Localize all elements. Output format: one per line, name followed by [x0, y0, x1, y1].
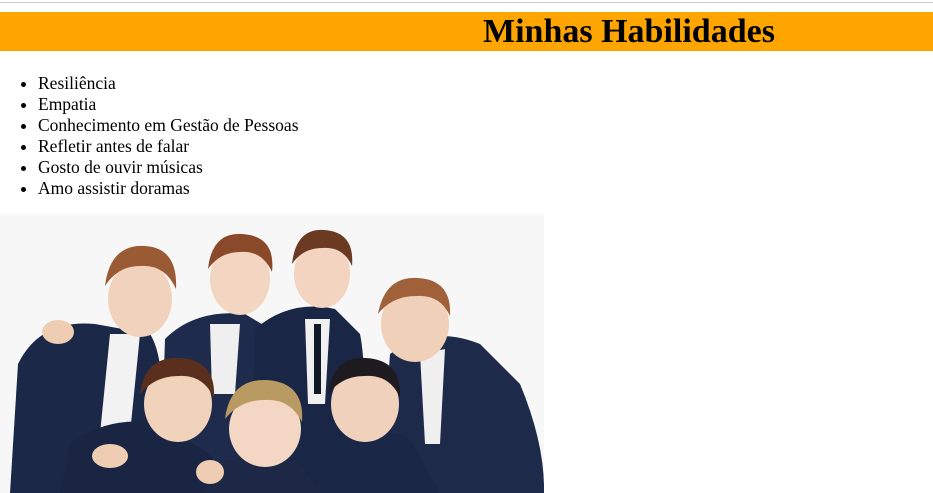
skill-item: Empatia [38, 94, 299, 115]
skill-item: Resiliência [38, 73, 299, 94]
page-title: Minhas Habilidades [483, 13, 775, 50]
skill-item: Refletir antes de falar [38, 136, 299, 157]
skill-item: Gosto de ouvir músicas [38, 157, 299, 178]
skill-item: Conhecimento em Gestão de Pessoas [38, 115, 299, 136]
group-photo [0, 214, 544, 493]
skill-item: Amo assistir doramas [38, 178, 299, 199]
group-photo-image [0, 214, 544, 493]
skills-list: Resiliência Empatia Conhecimento em Gest… [0, 73, 299, 199]
top-divider [0, 2, 933, 3]
title-banner: Minhas Habilidades [0, 12, 933, 51]
